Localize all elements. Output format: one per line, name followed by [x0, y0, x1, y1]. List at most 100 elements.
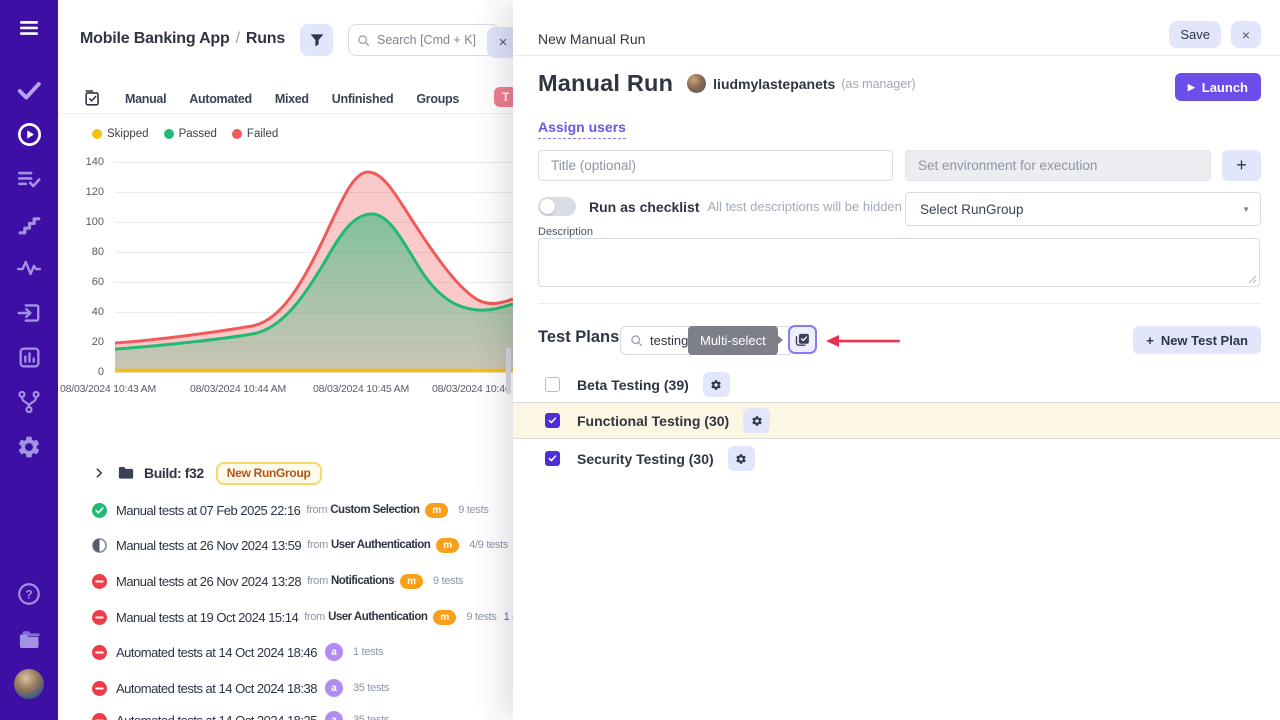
plan-settings-button[interactable]	[743, 408, 770, 433]
legend-failed: Failed	[232, 128, 278, 140]
close-panel-button[interactable]: ×	[487, 27, 513, 58]
chevron-down-icon: ▼	[1242, 205, 1250, 214]
runs-list-panel: Mobile Banking App/Runs Search [Cmd + K]…	[58, 0, 513, 720]
checklist-hint: All test descriptions will be hidden	[708, 199, 902, 214]
test-plan-row[interactable]: Security Testing (30)	[513, 440, 1280, 477]
x-tick-0: 08/03/2024 10:43 AM	[60, 383, 156, 395]
tab-unfinished[interactable]: Unfinished	[332, 92, 394, 106]
description-label: Description	[538, 226, 593, 238]
manual-badge: m	[436, 538, 459, 553]
activity-icon[interactable]	[15, 254, 43, 282]
tab-automated[interactable]: Automated	[189, 92, 252, 106]
run-item[interactable]: Automated tests at 14 Oct 2024 18:35 a 3…	[58, 708, 513, 720]
report-icon[interactable]	[15, 343, 43, 371]
gear-icon[interactable]	[15, 433, 43, 461]
breadcrumb: Mobile Banking App/Runs	[80, 30, 285, 48]
multi-select-button[interactable]	[788, 325, 817, 354]
close-button[interactable]: ×	[1231, 21, 1261, 48]
test-plans-heading: Test Plans	[538, 328, 619, 347]
manager-role: (as manager)	[841, 77, 915, 91]
status-passed-icon	[92, 503, 107, 518]
play-circle-icon[interactable]	[15, 120, 43, 148]
save-button[interactable]: Save	[1169, 21, 1221, 48]
launch-button[interactable]: ▶ Launch	[1175, 73, 1261, 101]
checklist-toggle[interactable]	[538, 197, 576, 216]
run-item[interactable]: Automated tests at 14 Oct 2024 18:46 a 1…	[58, 640, 513, 664]
new-test-plan-button[interactable]: + New Test Plan	[1133, 326, 1261, 354]
checkbox-checked[interactable]	[545, 413, 560, 428]
manager-avatar	[687, 74, 706, 93]
run-item[interactable]: Manual tests at 26 Nov 2024 13:28 from N…	[58, 569, 513, 593]
panel-header: New Manual Run Save ×	[513, 0, 1280, 56]
automated-badge: a	[325, 711, 343, 720]
checkbox-unchecked[interactable]	[545, 377, 560, 392]
branch-icon[interactable]	[15, 388, 43, 416]
defects-link[interactable]: 1 defect	[504, 611, 513, 623]
panel-title: New Manual Run	[538, 31, 645, 47]
tab-groups[interactable]: Groups	[416, 92, 459, 106]
sign-in-icon[interactable]	[15, 299, 43, 327]
tab-total-badge[interactable]: T	[494, 87, 513, 107]
test-plan-row[interactable]: Beta Testing (39)	[513, 366, 1280, 403]
rungroup-select[interactable]: Select RunGroup ▼	[905, 192, 1261, 226]
run-item[interactable]: Manual tests at 26 Nov 2024 13:59 from U…	[58, 533, 513, 557]
rungroup-row[interactable]: Build: f32 New RunGroup	[58, 461, 513, 485]
manual-badge: m	[433, 610, 456, 625]
x-tick-2: 08/03/2024 10:45 AM	[313, 383, 409, 395]
plan-settings-button[interactable]	[728, 446, 755, 471]
user-avatar[interactable]	[14, 669, 44, 699]
description-textarea[interactable]	[538, 238, 1260, 287]
title-input[interactable]: Title (optional)	[538, 150, 893, 181]
breadcrumb-page: Runs	[246, 30, 285, 47]
multi-select-tooltip: Multi-select	[688, 326, 778, 355]
search-icon	[357, 34, 370, 47]
multi-select-icon	[794, 331, 811, 348]
chart-legend: Skipped Passed Failed	[92, 128, 278, 140]
list-check-icon[interactable]	[15, 165, 43, 193]
search-input[interactable]: Search [Cmd + K]	[348, 24, 500, 56]
passed-dot	[164, 129, 174, 139]
resize-handle[interactable]	[1248, 275, 1257, 284]
manager-name[interactable]: liudmylastepanets	[713, 76, 835, 92]
help-icon[interactable]: ?	[15, 580, 43, 608]
select-runs-icon[interactable]	[83, 89, 102, 108]
run-item[interactable]: Automated tests at 14 Oct 2024 18:38 a 3…	[58, 676, 513, 700]
check-icon[interactable]	[15, 76, 43, 104]
stairs-icon[interactable]	[15, 210, 43, 238]
tab-manual[interactable]: Manual	[125, 92, 166, 106]
skipped-dot	[92, 129, 102, 139]
checkbox-checked[interactable]	[545, 451, 560, 466]
status-failed-icon	[92, 610, 107, 625]
area-chart	[115, 162, 513, 374]
x-tick-1: 08/03/2024 10:44 AM	[190, 383, 286, 395]
filter-button[interactable]	[300, 24, 333, 56]
scrollbar-thumb[interactable]	[506, 348, 511, 394]
environment-input[interactable]: Set environment for execution	[905, 150, 1211, 181]
play-icon: ▶	[1188, 82, 1195, 93]
add-environment-button[interactable]: +	[1222, 150, 1261, 181]
runs-tabs: Manual Automated Mixed Unfinished Groups…	[58, 84, 513, 114]
legend-skipped: Skipped	[92, 128, 149, 140]
sidebar: ?	[0, 0, 58, 720]
automated-badge: a	[325, 679, 343, 697]
projects-icon[interactable]	[15, 625, 43, 653]
assign-users-link[interactable]: Assign users	[538, 119, 626, 139]
divider	[538, 303, 1261, 304]
tab-mixed[interactable]: Mixed	[275, 92, 309, 106]
new-rungroup-badge[interactable]: New RunGroup	[216, 462, 322, 485]
menu-icon[interactable]	[15, 14, 43, 42]
chevron-right-icon[interactable]	[92, 466, 106, 480]
run-title-row: Manual Run liudmylastepanets (as manager…	[538, 70, 916, 97]
failed-dot	[232, 129, 242, 139]
breadcrumb-project[interactable]: Mobile Banking App	[80, 30, 230, 47]
test-plan-row-selected[interactable]: Functional Testing (30)	[513, 402, 1280, 439]
run-item[interactable]: Manual tests at 19 Oct 2024 15:14 from U…	[58, 605, 513, 629]
status-partial-icon	[92, 538, 107, 553]
plan-settings-button[interactable]	[703, 372, 730, 397]
status-failed-icon	[92, 713, 107, 720]
annotation-arrow	[824, 333, 900, 349]
manual-badge: m	[425, 503, 448, 518]
run-item[interactable]: Manual tests at 07 Feb 2025 22:16 from C…	[58, 498, 513, 522]
svg-text:?: ?	[25, 587, 32, 601]
status-failed-icon	[92, 681, 107, 696]
